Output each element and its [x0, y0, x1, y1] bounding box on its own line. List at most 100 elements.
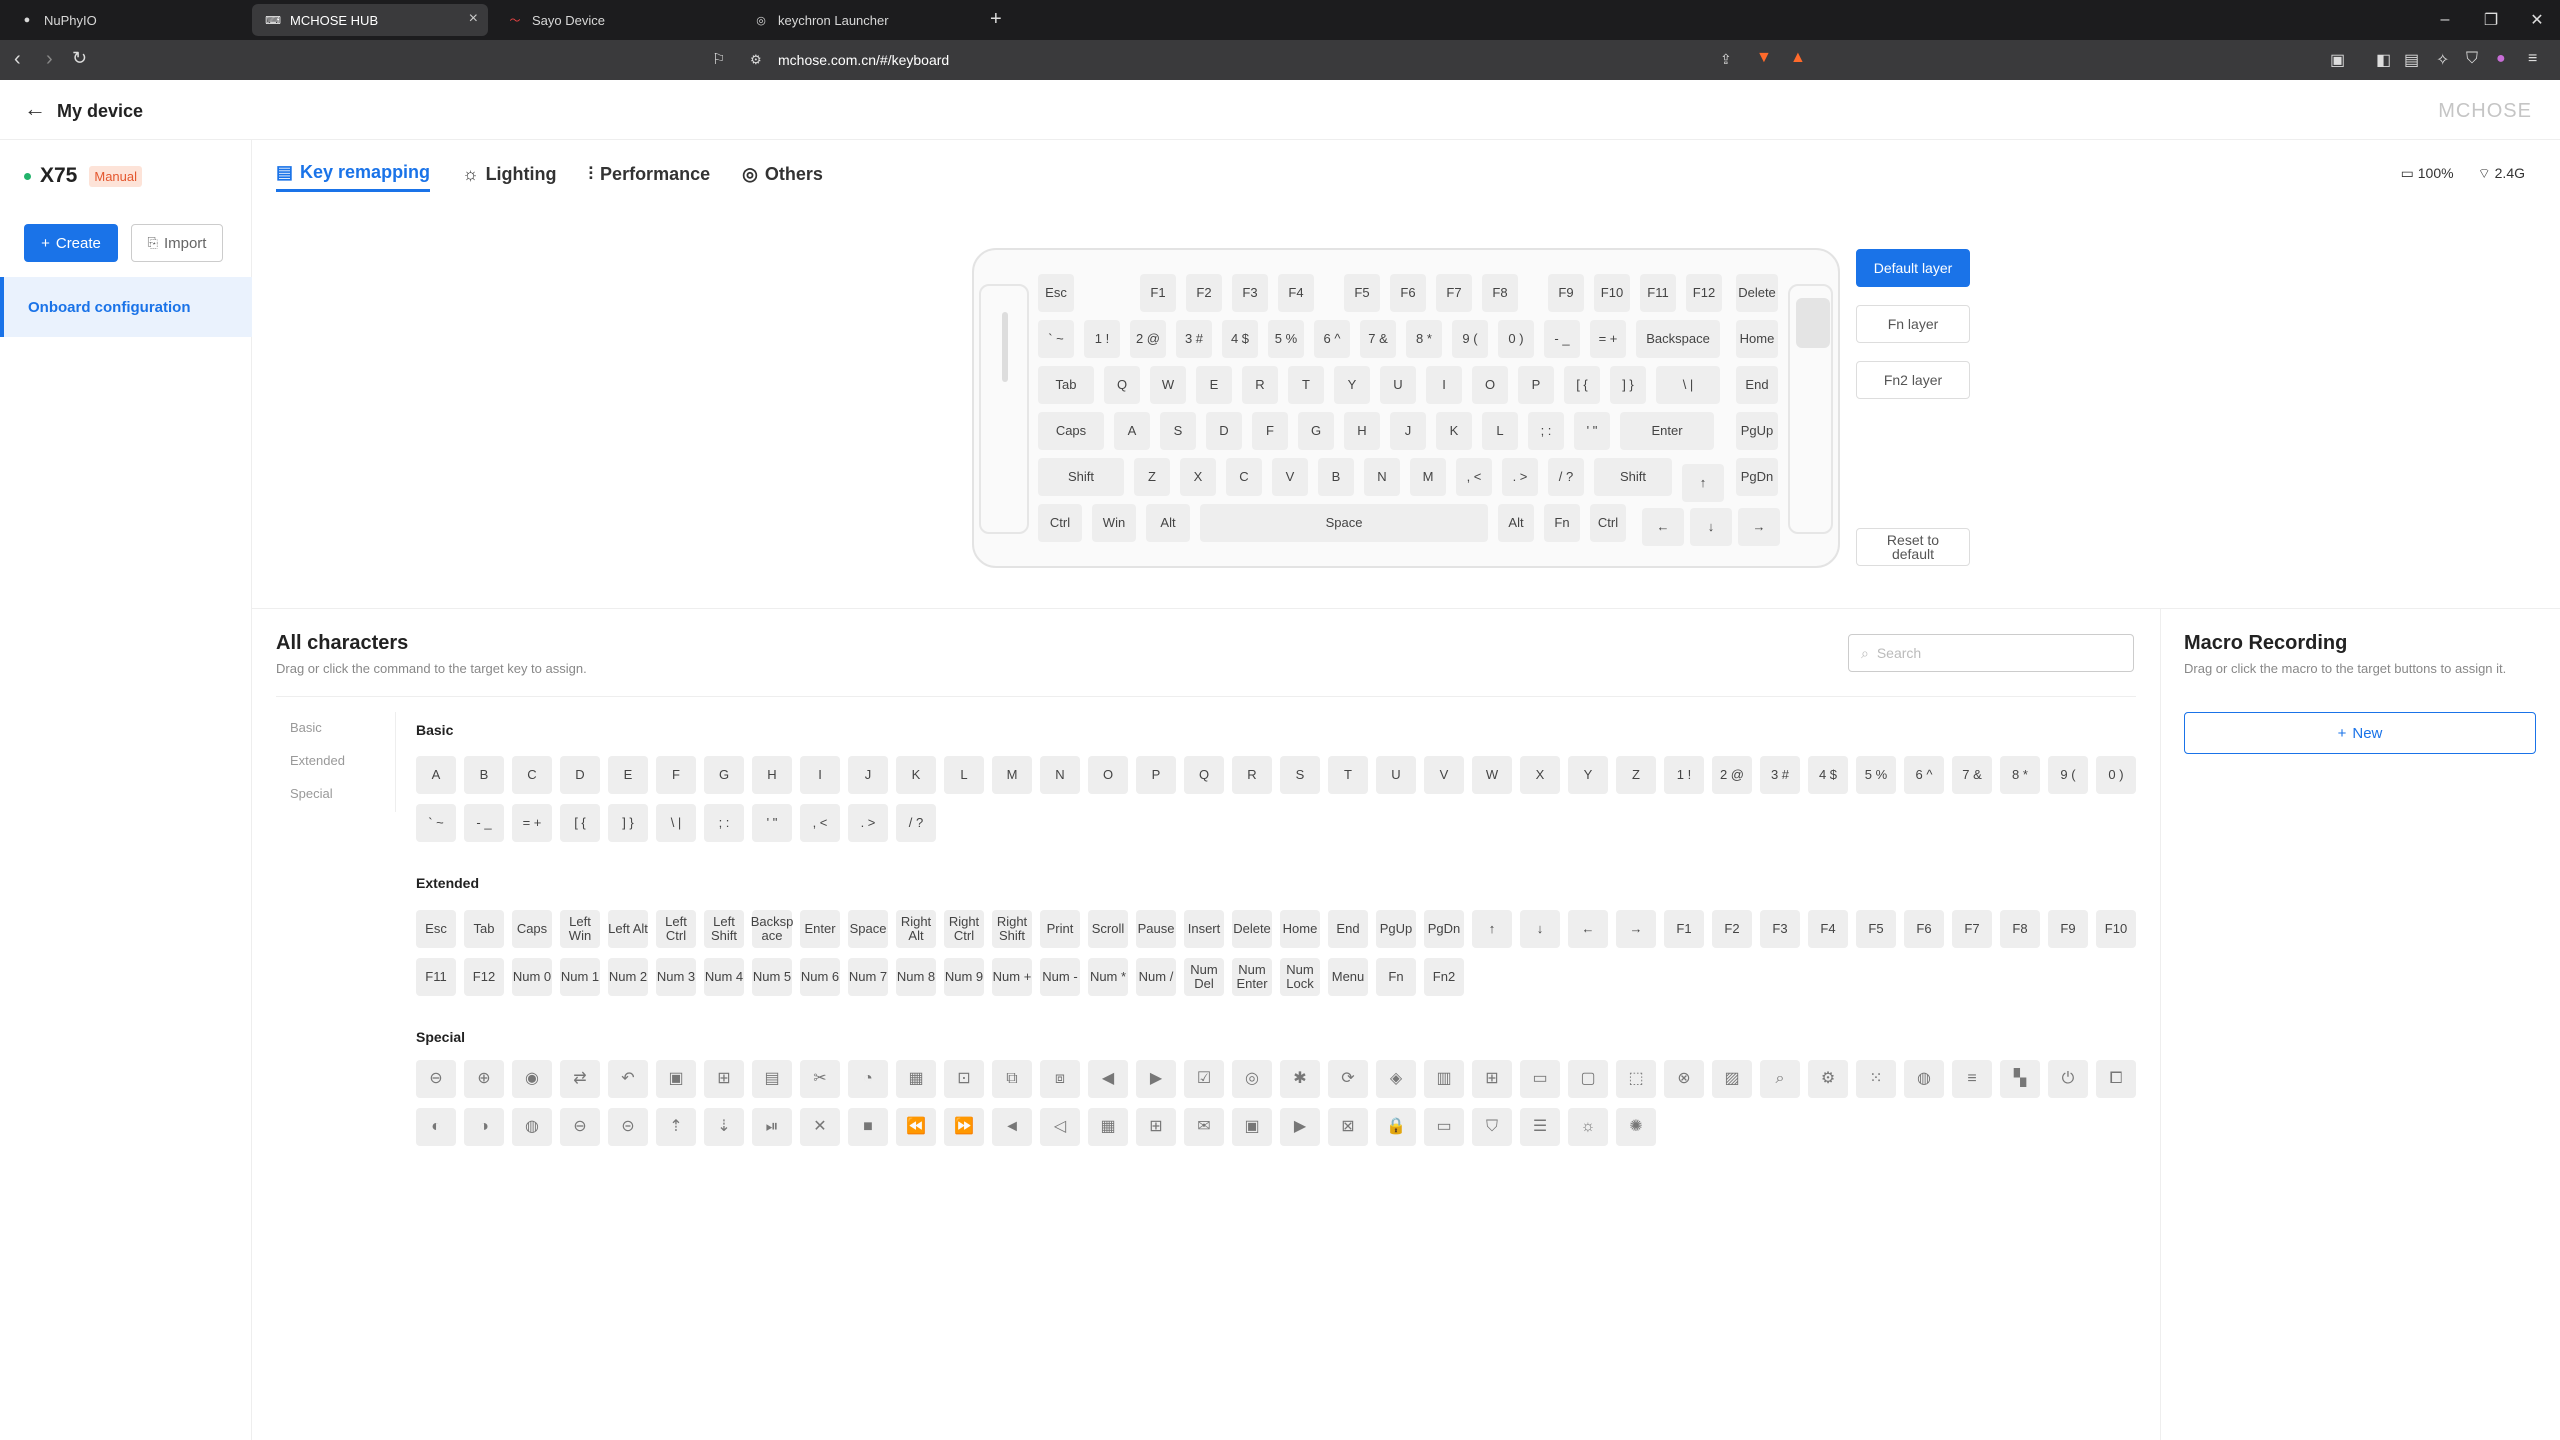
key-I[interactable]: I — [1426, 366, 1462, 404]
key-8-[interactable]: 8 * — [1406, 320, 1442, 358]
arrow-left-icon[interactable]: ◀ — [1088, 1060, 1128, 1098]
key-Shift[interactable]: Shift — [1594, 458, 1672, 496]
char-key[interactable]: O — [1088, 756, 1128, 794]
close-window-icon[interactable]: ✕ — [2514, 0, 2560, 40]
video-icon[interactable]: ▶ — [1280, 1108, 1320, 1146]
char-key[interactable]: Num 3 — [656, 958, 696, 996]
key-U[interactable]: U — [1380, 366, 1416, 404]
shield-icon[interactable]: ⛉ — [1472, 1108, 1512, 1146]
char-key[interactable]: X — [1520, 756, 1560, 794]
windows-icon[interactable]: ⊞ — [1472, 1060, 1512, 1098]
char-key[interactable]: ` ~ — [416, 804, 456, 842]
char-key[interactable]: Fn — [1376, 958, 1416, 996]
menu-icon[interactable]: ≡ — [1952, 1060, 1992, 1098]
char-key[interactable]: Enter — [800, 910, 840, 948]
char-key[interactable]: Space — [848, 910, 888, 948]
tab-nuphyio[interactable]: ● NuPhyIO — [6, 4, 246, 36]
key-R[interactable]: R — [1242, 366, 1278, 404]
char-key[interactable]: Q — [1184, 756, 1224, 794]
char-key[interactable]: Num 8 — [896, 958, 936, 996]
char-key[interactable]: Left Shift — [704, 910, 744, 948]
key-Ctrl[interactable]: Ctrl — [1038, 504, 1082, 542]
char-key[interactable]: ' " — [752, 804, 792, 842]
brightness-up-icon[interactable]: ☼ — [1568, 1108, 1608, 1146]
key-D[interactable]: D — [1206, 412, 1242, 450]
key-↓[interactable]: ↓ — [1690, 508, 1732, 546]
char-key[interactable]: F4 — [1808, 910, 1848, 948]
xbox-icon[interactable]: ⊗ — [1664, 1060, 1704, 1098]
key-Alt[interactable]: Alt — [1498, 504, 1534, 542]
calendar-icon[interactable]: ▦ — [1088, 1108, 1128, 1146]
key-M[interactable]: M — [1410, 458, 1446, 496]
key-F3[interactable]: F3 — [1232, 274, 1268, 312]
lock-icon[interactable]: 🔒 — [1376, 1108, 1416, 1146]
cut-icon[interactable]: ✂ — [800, 1060, 840, 1098]
screen-icon[interactable]: ▣ — [2330, 50, 2345, 70]
volume-down-icon[interactable]: ◁ — [1040, 1108, 1080, 1146]
reload-icon[interactable]: ↻ — [72, 48, 87, 69]
list-icon[interactable]: ☰ — [1520, 1108, 1560, 1146]
url-text[interactable]: mchose.com.cn/#/keyboard — [778, 52, 949, 68]
key-4-[interactable]: 4 $ — [1222, 320, 1258, 358]
char-key[interactable]: Num 0 — [512, 958, 552, 996]
key-F11[interactable]: F11 — [1640, 274, 1676, 312]
key---[interactable]: - _ — [1544, 320, 1580, 358]
default-layer-button[interactable]: Default layer — [1856, 249, 1970, 287]
key-F10[interactable]: F10 — [1594, 274, 1630, 312]
save-icon[interactable]: ▦ — [896, 1060, 936, 1098]
char-key[interactable]: End — [1328, 910, 1368, 948]
char-key[interactable]: Num - — [1040, 958, 1080, 996]
char-key[interactable]: ; : — [704, 804, 744, 842]
key-Enter[interactable]: Enter — [1620, 412, 1714, 450]
char-key[interactable]: Scroll — [1088, 910, 1128, 948]
key--[interactable]: ] } — [1610, 366, 1646, 404]
char-key[interactable]: Z — [1616, 756, 1656, 794]
display-switch-icon[interactable]: ⧠ — [2096, 1060, 2136, 1098]
brightness-down-icon[interactable]: ✺ — [1616, 1108, 1656, 1146]
char-key[interactable]: Left Win — [560, 910, 600, 948]
char-key[interactable]: / ? — [896, 804, 936, 842]
key-3-[interactable]: 3 # — [1176, 320, 1212, 358]
char-key[interactable]: M — [992, 756, 1032, 794]
bookmark-icon[interactable]: ⚐ — [712, 50, 725, 68]
char-key[interactable]: = + — [512, 804, 552, 842]
next-icon[interactable]: ⏩ — [944, 1108, 984, 1146]
tab-keychron[interactable]: ◎ keychron Launcher — [740, 4, 980, 36]
zoom-out-icon[interactable]: ⊖ — [416, 1060, 456, 1098]
char-key[interactable]: D — [560, 756, 600, 794]
mouse-back-icon[interactable]: ⊖ — [560, 1108, 600, 1146]
char-key[interactable]: - _ — [464, 804, 504, 842]
char-key[interactable]: Num 5 — [752, 958, 792, 996]
monitor-icon[interactable]: ▭ — [1520, 1060, 1560, 1098]
new-tab-icon[interactable]: + — [990, 8, 1002, 31]
char-key[interactable]: R — [1232, 756, 1272, 794]
screenshot-icon[interactable]: ⬚ — [1616, 1060, 1656, 1098]
char-key[interactable]: U — [1376, 756, 1416, 794]
char-key[interactable]: PgDn — [1424, 910, 1464, 948]
swap-icon[interactable]: ⇄ — [560, 1060, 600, 1098]
mouse-forward-icon[interactable]: ⊝ — [608, 1108, 648, 1146]
key-F1[interactable]: F1 — [1140, 274, 1176, 312]
calculator-icon[interactable]: ▥ — [1424, 1060, 1464, 1098]
char-key[interactable]: F9 — [2048, 910, 2088, 948]
char-key[interactable]: Backsp ace — [751, 910, 793, 948]
char-key[interactable]: Num Del — [1184, 958, 1224, 996]
computer-icon[interactable]: ▭ — [1424, 1108, 1464, 1146]
key-Z[interactable]: Z — [1134, 458, 1170, 496]
eye-icon[interactable]: ◎ — [1232, 1060, 1272, 1098]
pie-icon[interactable]: ◔ — [848, 1060, 888, 1098]
key-L[interactable]: L — [1482, 412, 1518, 450]
key-Fn[interactable]: Fn — [1544, 504, 1580, 542]
char-key[interactable]: F2 — [1712, 910, 1752, 948]
key-F7[interactable]: F7 — [1436, 274, 1472, 312]
key-A[interactable]: A — [1114, 412, 1150, 450]
zoom-in-icon[interactable]: ⊕ — [464, 1060, 504, 1098]
key-Y[interactable]: Y — [1334, 366, 1370, 404]
tab-lighting[interactable]: ☼ Lighting — [462, 162, 556, 192]
char-key[interactable]: F7 — [1952, 910, 1992, 948]
copy-icon[interactable]: ⧉ — [992, 1060, 1032, 1098]
key-PgDn[interactable]: PgDn — [1736, 458, 1778, 496]
char-key[interactable]: 8 * — [2000, 756, 2040, 794]
gear-icon[interactable]: ⚙ — [1808, 1060, 1848, 1098]
char-key[interactable]: F8 — [2000, 910, 2040, 948]
